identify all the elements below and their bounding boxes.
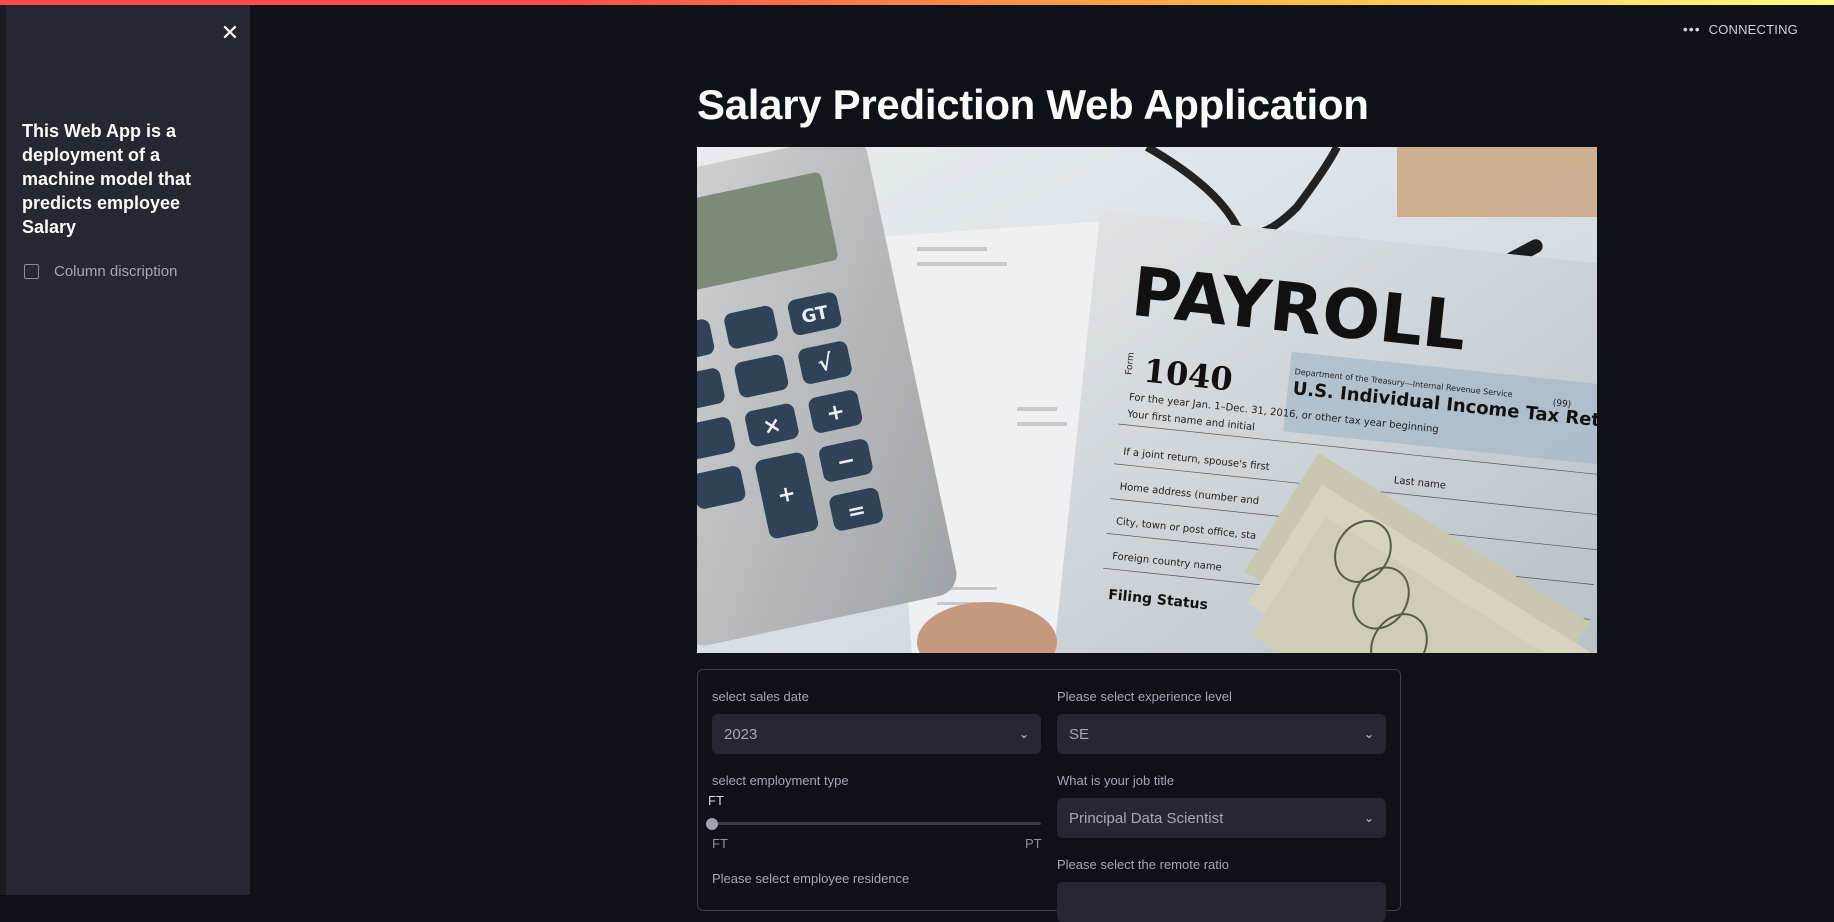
payroll-image: GT √ + × + − = PAYROLL Form 1040 Departm… <box>697 147 1597 653</box>
chevron-down-icon: ⌄ <box>1018 727 1029 741</box>
job-title-value: Principal Data Scientist <box>1069 809 1224 827</box>
sales-date-select[interactable]: 2023 ⌄ <box>712 714 1041 754</box>
connection-status: ••• CONNECTING <box>1683 21 1798 37</box>
employment-slider-min: FT <box>712 836 728 851</box>
svg-text:(99): (99) <box>1552 398 1571 410</box>
employment-slider-max: PT <box>1025 836 1042 851</box>
experience-label: Please select experience level <box>1057 689 1232 704</box>
experience-value: SE <box>1069 725 1090 743</box>
chevron-down-icon: ⌄ <box>1363 811 1374 825</box>
column-description-checkbox[interactable]: Column discription <box>24 263 177 280</box>
page-title: Salary Prediction Web Application <box>697 81 1369 128</box>
employment-type-label: select employment type <box>712 773 849 788</box>
more-horizontal-icon: ••• <box>1682 21 1701 37</box>
prediction-form: select sales date 2023 ⌄ Please select e… <box>697 669 1401 922</box>
close-icon[interactable]: ✕ <box>218 21 242 45</box>
checkbox-icon[interactable] <box>24 264 39 279</box>
experience-select[interactable]: SE ⌄ <box>1057 714 1386 754</box>
employment-slider-value: FT <box>708 793 724 808</box>
sidebar-description: This Web App is a deployment of a machin… <box>22 121 192 237</box>
sidebar: ✕ This Web App is a deployment of a mach… <box>6 5 250 895</box>
sales-date-value: 2023 <box>724 725 758 743</box>
sales-date-label: select sales date <box>712 689 809 704</box>
employment-slider-thumb[interactable] <box>706 818 718 830</box>
job-title-select[interactable]: Principal Data Scientist ⌄ <box>1057 798 1386 838</box>
checkbox-label: Column discription <box>54 263 178 280</box>
remote-ratio-label: Please select the remote ratio <box>1057 857 1229 872</box>
residence-label: Please select employee residence <box>712 871 910 886</box>
vertical-dots-icon[interactable]: ⋮ <box>1826 19 1834 39</box>
status-text: CONNECTING <box>1708 21 1798 37</box>
chevron-down-icon: ⌄ <box>1363 727 1374 741</box>
job-title-label: What is your job title <box>1057 773 1175 788</box>
remote-ratio-select[interactable] <box>1057 882 1386 922</box>
employment-slider-track[interactable] <box>712 822 1041 825</box>
main-content: ••• CONNECTING ⋮ Salary Prediction Web A… <box>250 5 1834 922</box>
top-status-bar <box>0 0 1834 5</box>
